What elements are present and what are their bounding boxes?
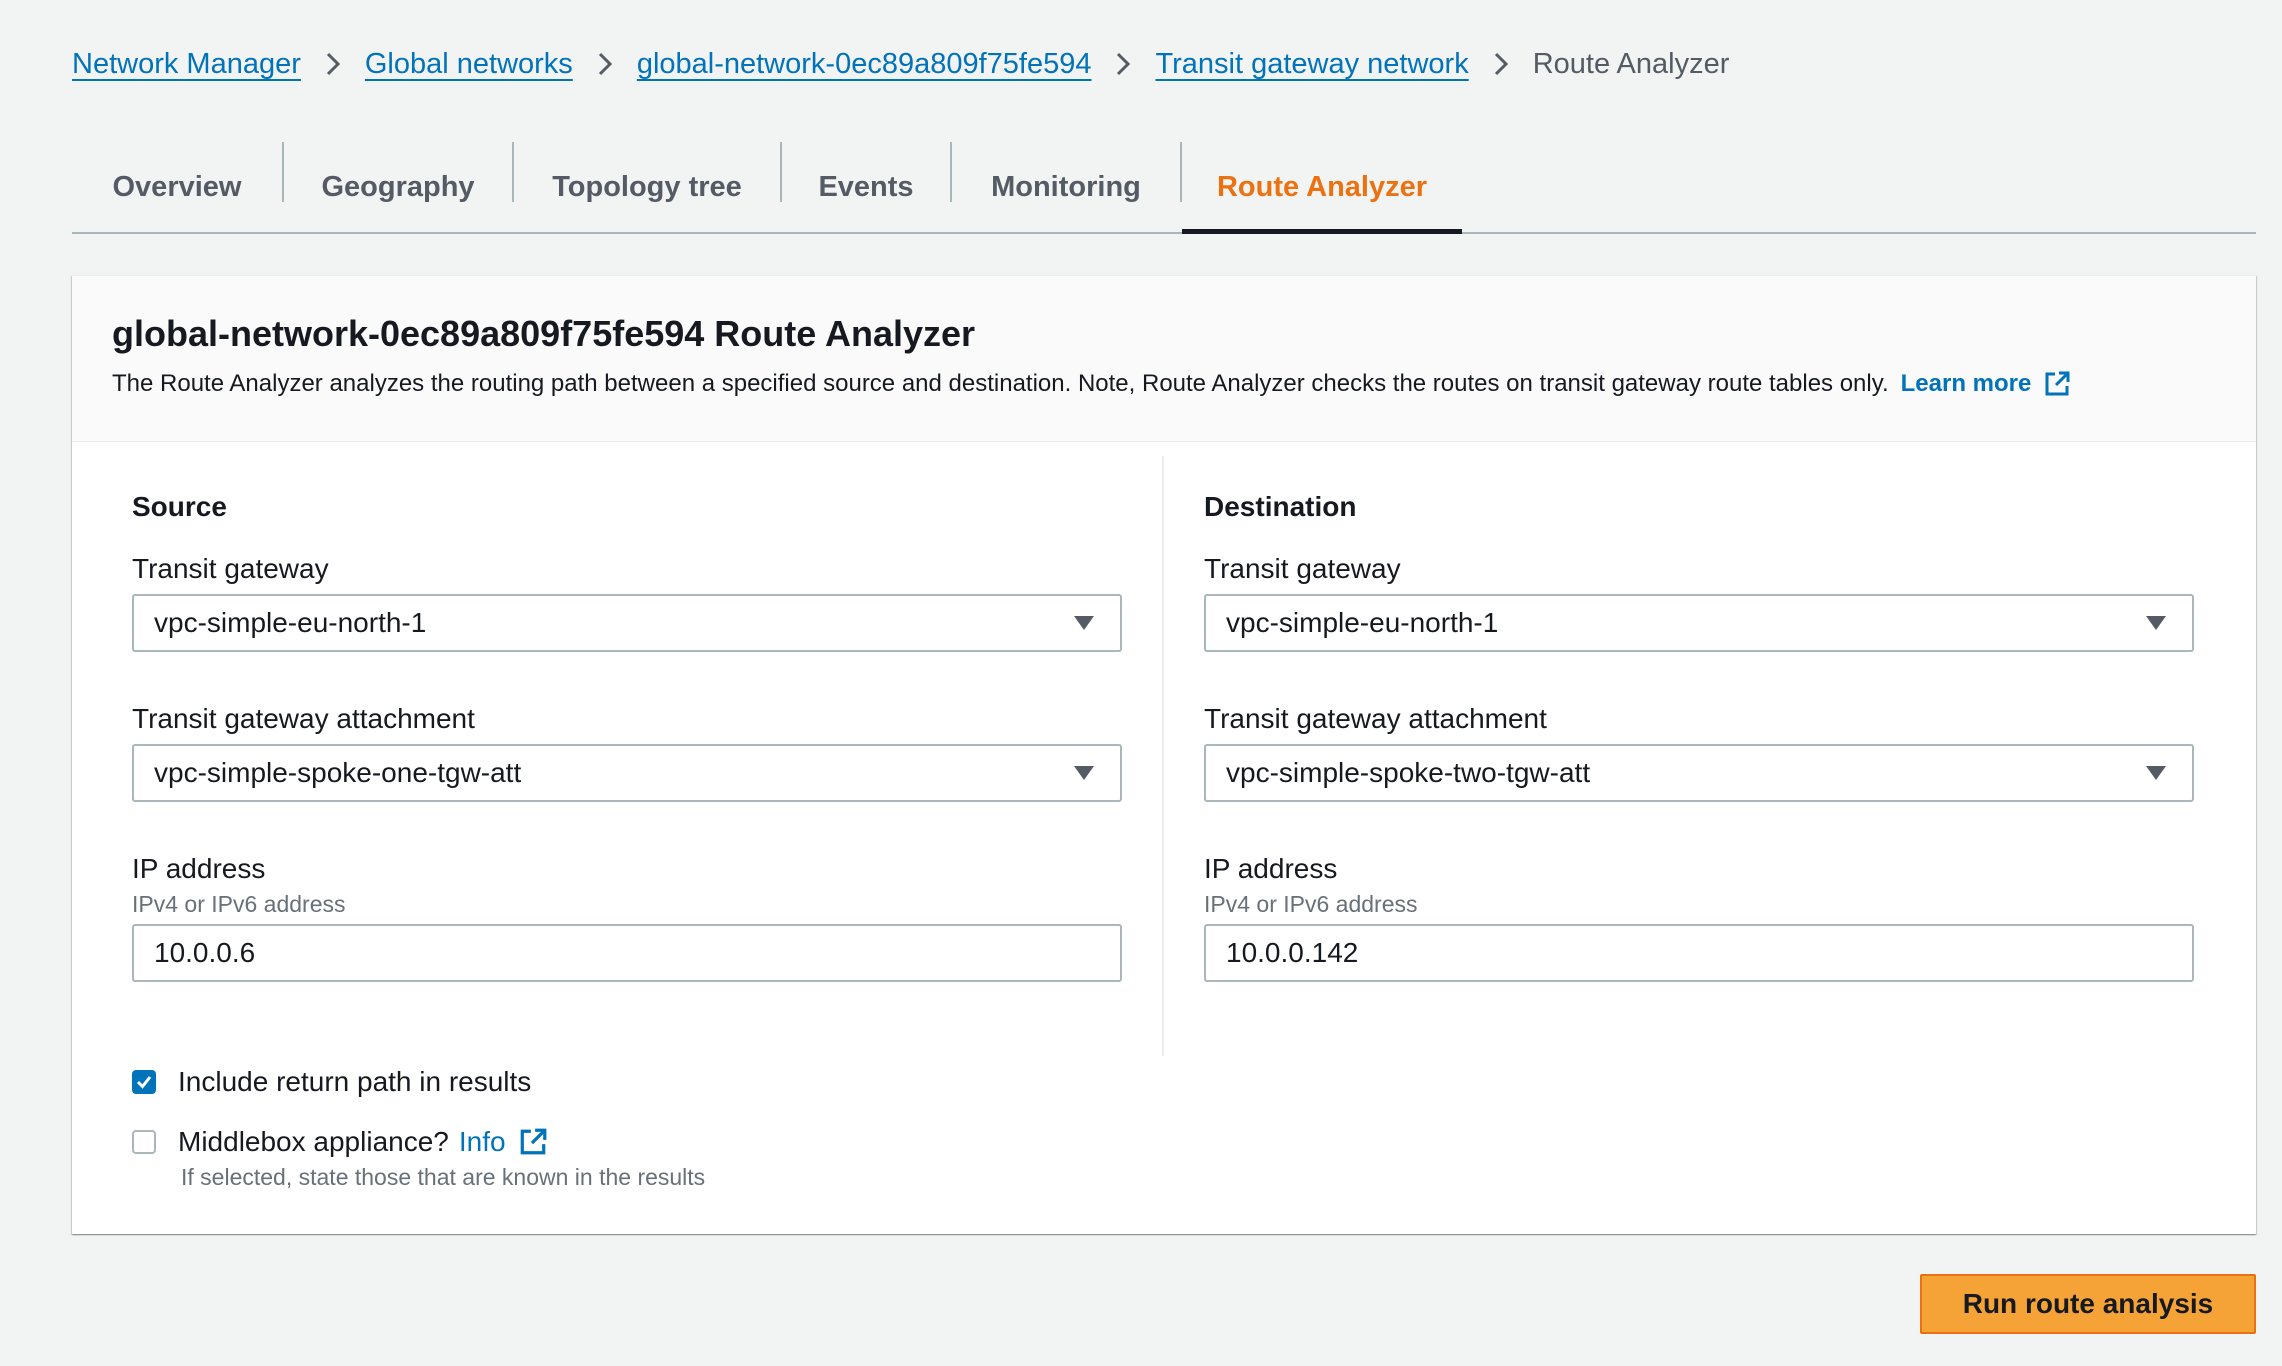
caret-down-icon bbox=[1074, 766, 1094, 780]
run-route-analysis-button[interactable]: Run route analysis bbox=[1920, 1274, 2256, 1334]
chevron-right-icon bbox=[1091, 51, 1155, 77]
breadcrumb-network-manager[interactable]: Network Manager bbox=[72, 44, 301, 84]
chevron-right-icon bbox=[573, 51, 637, 77]
source-tgw-value: vpc-simple-eu-north-1 bbox=[154, 607, 427, 638]
destination-tgw-value: vpc-simple-eu-north-1 bbox=[1226, 607, 1499, 638]
tab-bar: Overview Geography Topology tree Events … bbox=[72, 142, 2256, 234]
source-attachment-select[interactable]: vpc-simple-spoke-one-tgw-att bbox=[132, 744, 1122, 802]
panel-header: global-network-0ec89a809f75fe594 Route A… bbox=[72, 276, 2256, 442]
caret-down-icon bbox=[2146, 616, 2166, 630]
breadcrumb: Network Manager Global networks global-n… bbox=[72, 44, 1729, 84]
breadcrumb-current: Route Analyzer bbox=[1532, 48, 1730, 80]
return-path-checkbox[interactable] bbox=[132, 1070, 156, 1094]
destination-attachment-value: vpc-simple-spoke-two-tgw-att bbox=[1226, 757, 1591, 788]
destination-ip-hint: IPv4 or IPv6 address bbox=[1204, 891, 1418, 917]
return-path-label: Include return path in results bbox=[178, 1066, 532, 1097]
caret-down-icon bbox=[2146, 766, 2166, 780]
destination-ip-label: IP address bbox=[1204, 853, 1338, 884]
chevron-right-icon bbox=[1469, 51, 1533, 77]
tab-overview[interactable]: Overview bbox=[72, 142, 282, 232]
source-heading: Source bbox=[132, 491, 227, 522]
tab-events[interactable]: Events bbox=[782, 142, 950, 232]
learn-more-link[interactable]: Learn more bbox=[1901, 366, 2072, 402]
middlebox-info-link[interactable]: Info bbox=[459, 1126, 548, 1158]
tab-topology-tree[interactable]: Topology tree bbox=[514, 142, 780, 232]
panel-title: global-network-0ec89a809f75fe594 Route A… bbox=[112, 313, 976, 354]
panel-description-text: The Route Analyzer analyzes the routing … bbox=[112, 370, 1889, 397]
breadcrumb-global-networks[interactable]: Global networks bbox=[365, 44, 573, 84]
destination-ip-value: 10.0.0.142 bbox=[1226, 937, 1359, 968]
source-ip-value: 10.0.0.6 bbox=[154, 937, 256, 968]
source-ip-input[interactable]: 10.0.0.6 bbox=[132, 924, 1122, 982]
tab-route-analyzer[interactable]: Route Analyzer bbox=[1182, 142, 1462, 234]
external-link-icon bbox=[518, 1127, 548, 1157]
destination-tgw-label: Transit gateway bbox=[1204, 553, 1401, 584]
chevron-right-icon bbox=[301, 51, 365, 77]
panel-description: The Route Analyzer analyzes the routing … bbox=[112, 366, 2071, 402]
tab-monitoring[interactable]: Monitoring bbox=[952, 142, 1180, 232]
destination-attachment-select[interactable]: vpc-simple-spoke-two-tgw-att bbox=[1204, 744, 2194, 802]
breadcrumb-global-network-id[interactable]: global-network-0ec89a809f75fe594 bbox=[637, 44, 1092, 84]
source-ip-label: IP address bbox=[132, 853, 266, 884]
return-path-option: Include return path in results bbox=[132, 1066, 531, 1098]
destination-heading: Destination bbox=[1204, 491, 1357, 522]
middlebox-hint: If selected, state those that are known … bbox=[181, 1164, 706, 1190]
destination-tgw-select[interactable]: vpc-simple-eu-north-1 bbox=[1204, 594, 2194, 652]
tab-geography[interactable]: Geography bbox=[284, 142, 512, 232]
destination-ip-input[interactable]: 10.0.0.142 bbox=[1204, 924, 2194, 982]
breadcrumb-transit-gateway-network[interactable]: Transit gateway network bbox=[1155, 44, 1468, 84]
middlebox-checkbox[interactable] bbox=[132, 1130, 156, 1154]
middlebox-label: Middlebox appliance? bbox=[178, 1126, 449, 1157]
destination-attachment-label: Transit gateway attachment bbox=[1204, 703, 1547, 734]
learn-more-label: Learn more bbox=[1900, 370, 2032, 397]
source-attachment-value: vpc-simple-spoke-one-tgw-att bbox=[154, 757, 522, 788]
caret-down-icon bbox=[1074, 616, 1094, 630]
middlebox-info-label: Info bbox=[458, 1126, 506, 1157]
external-link-icon bbox=[2043, 370, 2071, 398]
middlebox-option: Middlebox appliance? Info bbox=[132, 1126, 548, 1158]
source-tgw-select[interactable]: vpc-simple-eu-north-1 bbox=[132, 594, 1122, 652]
check-icon bbox=[136, 1076, 152, 1089]
source-ip-hint: IPv4 or IPv6 address bbox=[132, 891, 346, 917]
source-attachment-label: Transit gateway attachment bbox=[132, 703, 475, 734]
column-divider bbox=[1162, 456, 1164, 1056]
source-tgw-label: Transit gateway bbox=[132, 553, 329, 584]
